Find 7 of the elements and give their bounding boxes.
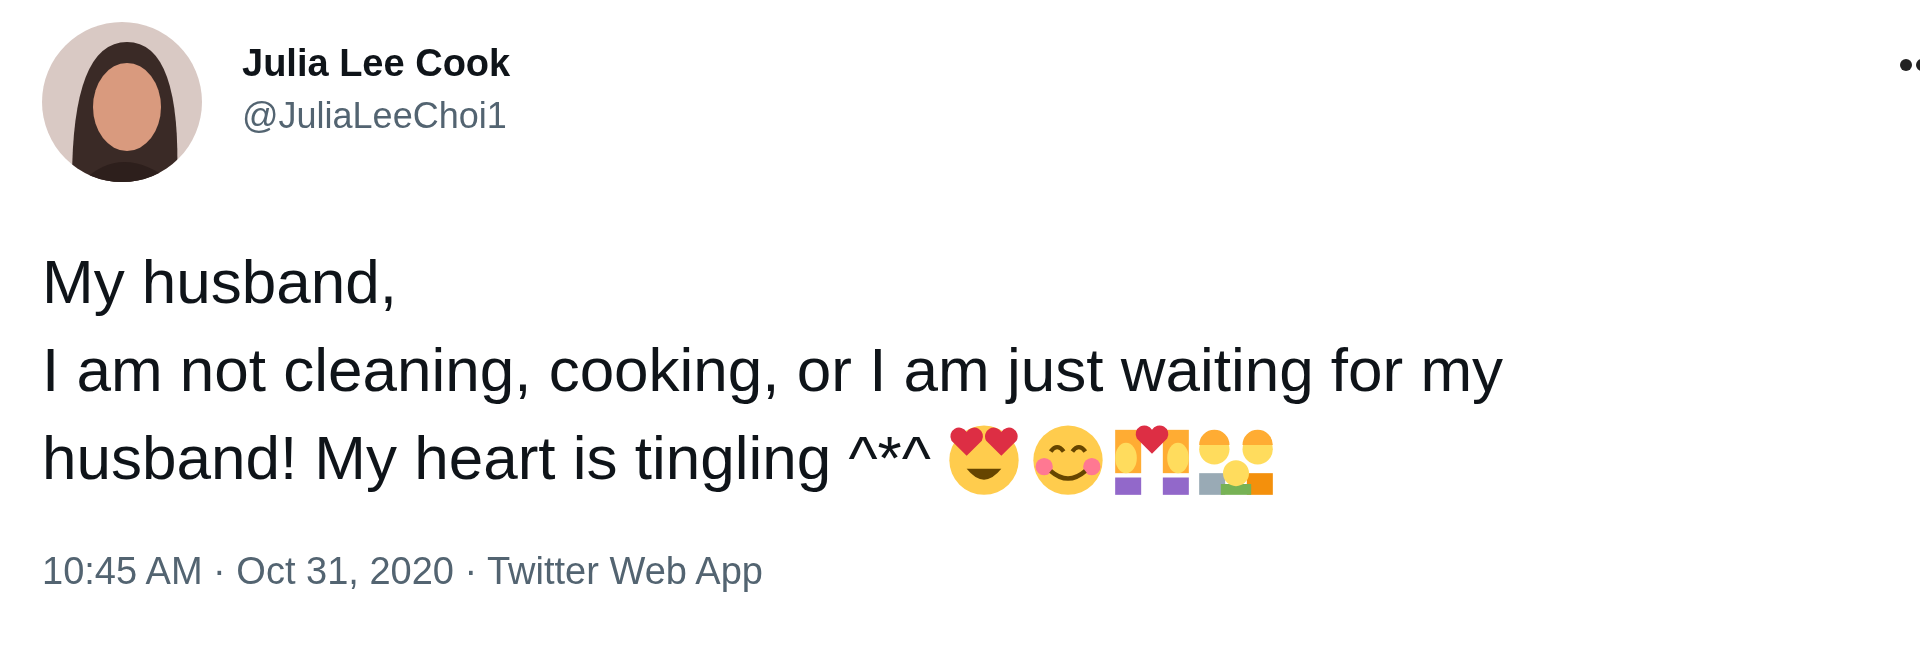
tweet-text: I am not cleaning, cooking, or I am just waiting for my xyxy=(42,334,1504,406)
tweet-text: My husband, xyxy=(42,246,397,318)
author-name[interactable]: Julia Lee Cook xyxy=(242,40,511,86)
tweet-timestamp[interactable]: 10:45 AM · Oct 31, 2020 · Twitter Web App xyxy=(42,550,763,593)
more-icon[interactable] xyxy=(1900,58,1920,72)
author-handle[interactable]: @JuliaLeeChoi1 xyxy=(242,94,511,138)
tweet-text: husband! My heart is tingling ^*^ xyxy=(42,422,931,494)
